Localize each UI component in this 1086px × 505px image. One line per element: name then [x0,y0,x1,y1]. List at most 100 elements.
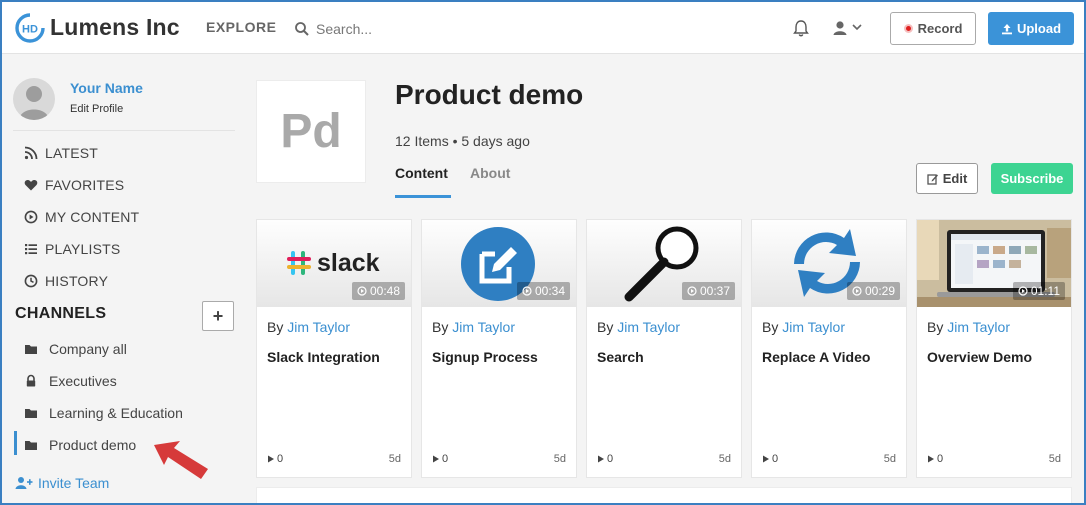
rss-icon [24,146,38,160]
edit-label: Edit [942,171,968,186]
sidebar-item-label: HISTORY [45,273,109,289]
views-text: 0 [277,453,284,465]
active-tab-underline [395,195,451,198]
search-bar[interactable] [294,16,514,42]
view-count: 0 [432,453,448,465]
invite-team-label: Invite Team [38,475,110,491]
sidebar: Your Name Edit Profile LATEST FAVORITES … [2,55,242,503]
slack-wordmark: slack [317,249,380,277]
edit-button[interactable]: Edit [916,163,978,194]
logo-text[interactable]: Lumens Inc [50,14,180,41]
edit-profile-link[interactable]: Edit Profile [70,103,123,115]
duration-text: 01:11 [1030,284,1060,298]
play-circle-icon [24,210,38,224]
upload-button[interactable]: Upload [988,12,1074,45]
record-dot-icon [903,24,913,33]
channel-meta: 12 Items • 5 days ago [395,133,530,149]
video-thumbnail[interactable]: 00:29 [752,220,906,307]
folder-icon [25,441,37,450]
video-thumbnail[interactable]: 00:34 [422,220,576,307]
play-icon [598,455,604,463]
video-age: 5d [553,453,566,465]
red-arrow-annotation [154,441,208,479]
sidebar-item-label: PLAYLISTS [45,241,121,257]
views-text: 0 [442,453,449,465]
video-card[interactable]: 00:34 By Jim Taylor Signup Process 0 5d [421,219,577,478]
channel-item-product-demo[interactable]: Product demo [24,435,136,455]
duration-text: 00:48 [369,284,400,298]
duration-text: 00:37 [699,284,730,298]
invite-team-link[interactable]: Invite Team [15,475,109,491]
search-input[interactable] [316,18,506,40]
channel-item-company-all[interactable]: Company all [24,339,127,359]
sidebar-item-favorites[interactable]: FAVORITES [24,175,124,195]
video-title[interactable]: Replace A Video [762,349,870,365]
sidebar-item-my-content[interactable]: MY CONTENT [24,207,139,227]
by-text: By [927,319,944,335]
video-title[interactable]: Overview Demo [927,349,1032,365]
sidebar-item-history[interactable]: HISTORY [24,271,108,291]
play-circle-icon [357,286,367,296]
by-text: By [267,319,284,335]
video-title[interactable]: Signup Process [432,349,538,365]
views-text: 0 [772,453,779,465]
play-icon [763,455,769,463]
edit-icon [927,173,938,185]
user-menu-icon[interactable] [830,18,866,38]
logo-icon[interactable]: HD [15,13,45,43]
clock-icon [24,274,38,288]
channel-item-executives[interactable]: Executives [24,371,117,391]
sidebar-item-playlists[interactable]: PLAYLISTS [24,239,120,259]
video-thumbnail[interactable]: slack 00:48 [257,220,411,307]
views-text: 0 [607,453,614,465]
video-age: 5d [883,453,896,465]
video-title[interactable]: Search [597,349,644,365]
upload-icon [1001,23,1012,34]
by-text: By [597,319,614,335]
folder-icon [25,345,37,354]
video-thumbnail[interactable]: 01:11 [917,220,1071,307]
video-card[interactable]: 00:37 By Jim Taylor Search 0 5d [586,219,742,478]
play-icon [268,455,274,463]
author-link[interactable]: Jim Taylor [452,319,515,335]
author-link[interactable]: Jim Taylor [947,319,1010,335]
author-link[interactable]: Jim Taylor [782,319,845,335]
explore-link[interactable]: EXPLORE [206,19,276,35]
card-byline: By Jim Taylor [762,319,845,335]
channel-item-label: Product demo [49,437,137,453]
play-icon [433,455,439,463]
avatar[interactable] [13,78,55,120]
top-header: HD Lumens Inc EXPLORE Record Upload [2,2,1084,54]
upload-label: Upload [1016,21,1062,36]
subscribe-button[interactable]: Subscribe [991,163,1073,194]
sidebar-item-latest[interactable]: LATEST [24,143,98,163]
by-text: By [762,319,779,335]
profile-name[interactable]: Your Name [70,80,143,96]
video-card[interactable]: slack 00:48 By Jim Taylor Slack Integrat… [256,219,412,478]
video-card[interactable]: 01:11 By Jim Taylor Overview Demo 0 5d [916,219,1072,478]
tab-content[interactable]: Content [395,165,448,181]
view-count: 0 [927,453,943,465]
record-button[interactable]: Record [890,12,976,45]
bell-icon[interactable] [792,18,810,38]
duration-badge: 00:34 [516,282,570,300]
author-link[interactable]: Jim Taylor [617,319,680,335]
active-channel-indicator [14,431,17,455]
logo-mark: HD [22,24,38,36]
video-card[interactable]: 00:29 By Jim Taylor Replace A Video 0 5d [751,219,907,478]
play-circle-icon [1018,286,1028,296]
page-title: Product demo [395,79,584,110]
author-link[interactable]: Jim Taylor [287,319,350,335]
add-channel-button[interactable]: + [202,301,234,331]
sidebar-divider [13,130,235,131]
sidebar-item-label: LATEST [45,145,99,161]
video-title[interactable]: Slack Integration [267,349,380,365]
video-thumbnail[interactable]: 00:37 [587,220,741,307]
duration-text: 00:29 [864,284,895,298]
duration-badge: 00:29 [846,282,900,300]
duration-badge: 01:11 [1012,282,1065,300]
card-byline: By Jim Taylor [432,319,515,335]
tab-about[interactable]: About [470,165,510,181]
channel-item-learning-education[interactable]: Learning & Education [24,403,183,423]
duration-badge: 00:48 [351,282,405,300]
